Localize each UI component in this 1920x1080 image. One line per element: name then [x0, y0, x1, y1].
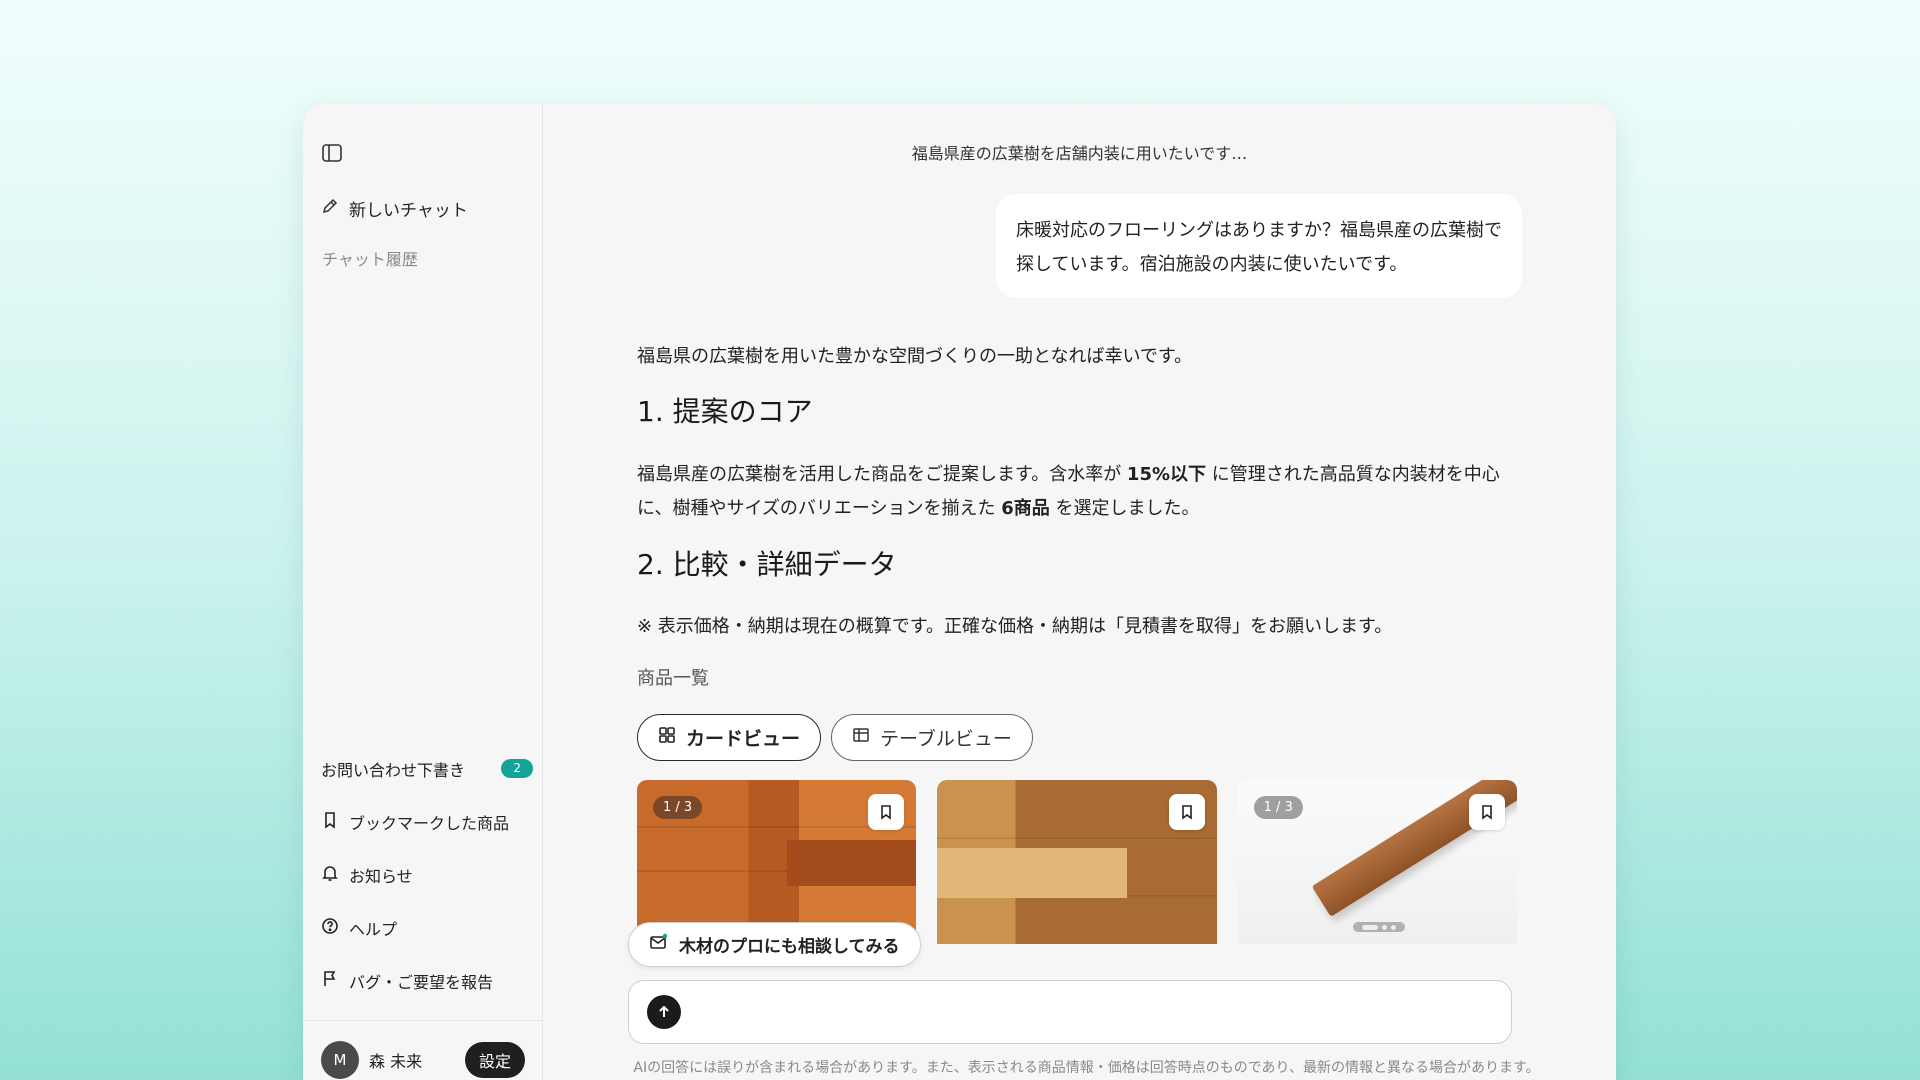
- help-icon: [321, 917, 339, 939]
- product-card[interactable]: 1 / 3: [637, 780, 917, 944]
- sidebar: 新しいチャット チャット履歴 お問い合わせ下書き 2 ブックマークした商品 お知…: [303, 104, 543, 1080]
- chat-main: 福島県産の広葉樹を店舗内装に用いたいです… 床暖対応のフローリングはありますか？…: [543, 104, 1616, 1080]
- bookmark-icon: [1482, 805, 1492, 820]
- send-button[interactable]: [647, 995, 681, 1029]
- sidebar-item-report-bug[interactable]: バグ・ご要望を報告: [321, 954, 533, 1007]
- core-paragraph: 福島県産の広葉樹を活用した商品をご提案します。含水率が 15%以下 に管理された…: [637, 464, 1500, 519]
- settings-button[interactable]: 設定: [464, 1042, 525, 1078]
- price-note: ※ 表示価格・納期は現在の概算です。正確な価格・納期は「見積書を取得」をお願いし…: [637, 616, 1393, 637]
- avatar[interactable]: M: [321, 1041, 359, 1079]
- table-icon: [852, 726, 870, 749]
- view-tabs: カードビュー テーブルビュー: [637, 714, 1033, 761]
- user-message: 床暖対応のフローリングはありますか？福島県産の広葉樹で探しています。宿泊施設の内…: [996, 194, 1522, 298]
- product-count: 6商品: [1001, 498, 1050, 519]
- edit-icon: [321, 197, 339, 220]
- sidebar-item-help[interactable]: ヘルプ: [321, 901, 533, 954]
- chat-history-label: チャット履歴: [322, 250, 418, 269]
- sidebar-item-label: ブックマークした商品: [349, 813, 510, 833]
- bookmark-icon: [881, 805, 892, 820]
- image-counter: 1 / 3: [653, 796, 703, 819]
- image-counter: 1 / 3: [1253, 796, 1303, 819]
- bookmark-button[interactable]: [1468, 794, 1505, 830]
- consult-expert-button[interactable]: 木材のプロにも相談してみる: [628, 922, 921, 967]
- message-input[interactable]: [699, 995, 1489, 1029]
- sidebar-item-notifications[interactable]: お知らせ: [321, 848, 533, 901]
- bell-icon: [321, 864, 339, 886]
- chat-title: 福島県産の広葉樹を店舗内装に用いたいです…: [911, 144, 1248, 163]
- product-card[interactable]: 1 / 3: [1237, 780, 1517, 944]
- app-window: 新しいチャット チャット履歴 お問い合わせ下書き 2 ブックマークした商品 お知…: [303, 104, 1616, 1080]
- ai-disclaimer: AIの回答には誤りが含まれる場合があります。また、表示される商品情報・価格は回答…: [633, 1060, 1540, 1076]
- sidebar-item-label: お問い合わせ下書き: [321, 760, 466, 780]
- carousel-dots[interactable]: [1352, 922, 1405, 932]
- flag-icon: [321, 970, 339, 992]
- bookmark-icon: [321, 811, 339, 833]
- new-chat-button[interactable]: 新しいチャット: [321, 196, 468, 221]
- product-card[interactable]: [937, 780, 1217, 944]
- moisture-value: 15%以下: [1126, 464, 1207, 485]
- sidebar-item-label: ヘルプ: [349, 919, 398, 939]
- message-input-box: [628, 980, 1512, 1044]
- user-area: M 森 未来 設定: [303, 1020, 543, 1080]
- draft-count-badge: 2: [501, 759, 533, 778]
- consult-label: 木材のプロにも相談してみる: [679, 937, 900, 957]
- sidebar-item-drafts[interactable]: お問い合わせ下書き 2: [321, 742, 533, 795]
- tab-label: カードビュー: [686, 728, 801, 750]
- answer-intro: 福島県の広葉樹を用いた豊かな空間づくりの一助となれば幸いです。: [637, 346, 1193, 367]
- tab-table-view[interactable]: テーブルビュー: [831, 714, 1033, 761]
- arrow-up-icon: [659, 1005, 669, 1017]
- sidebar-toggle-icon[interactable]: [321, 142, 345, 166]
- bookmark-icon: [1181, 805, 1192, 820]
- sidebar-item-label: お知らせ: [349, 866, 413, 886]
- sidebar-item-label: バグ・ご要望を報告: [349, 972, 494, 992]
- tab-card-view[interactable]: カードビュー: [637, 714, 822, 761]
- bookmark-button[interactable]: [1168, 794, 1205, 830]
- heading-compare: 2. 比較・詳細データ: [637, 548, 897, 581]
- bookmark-button[interactable]: [868, 794, 905, 830]
- tab-label: テーブルビュー: [880, 728, 1012, 750]
- new-chat-label: 新しいチャット: [349, 201, 468, 221]
- product-cards: 1 / 3 1 / 3: [637, 780, 1517, 944]
- user-name: 森 未来: [369, 1052, 423, 1071]
- product-list-label: 商品一覧: [637, 668, 709, 689]
- heading-core: 1. 提案のコア: [637, 395, 813, 428]
- sidebar-item-bookmarks[interactable]: ブックマークした商品: [321, 795, 533, 848]
- mail-icon: [649, 932, 669, 957]
- sidebar-menu: お問い合わせ下書き 2 ブックマークした商品 お知らせ ヘルプ バグ・ご要望を報…: [321, 742, 533, 1007]
- grid-icon: [658, 726, 676, 749]
